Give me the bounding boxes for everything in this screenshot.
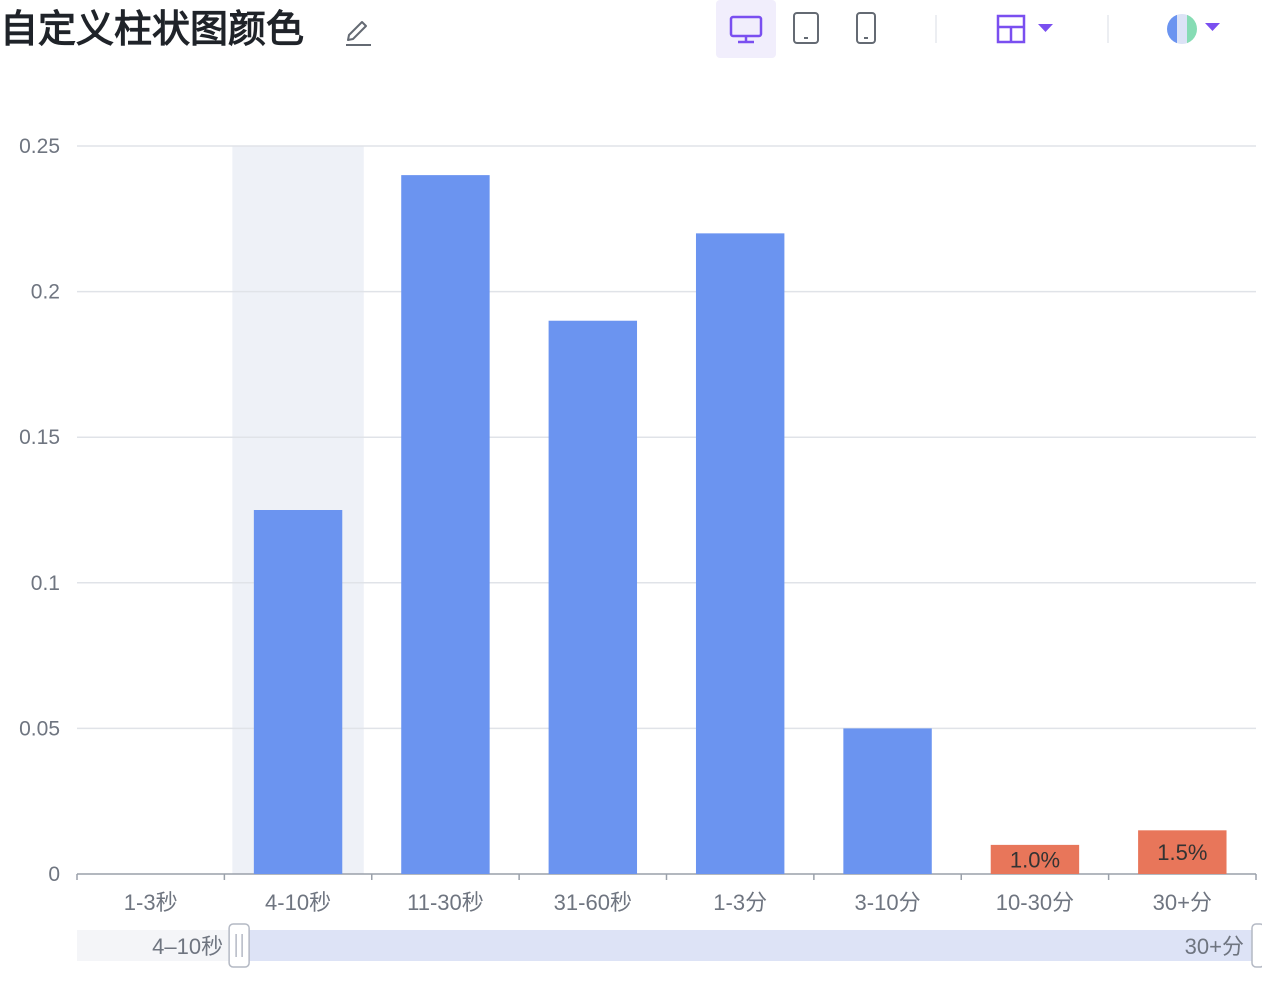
layout-dropdown[interactable]: [990, 10, 1060, 50]
datazoom-selection[interactable]: [239, 930, 1257, 961]
chart-canvas: 0 0.05 0.1 0.15 0.2 0.25 1-3秒 4-10秒 11-30秒 31-60秒…: [19, 135, 1262, 968]
data-label: 1.5%: [1157, 840, 1207, 865]
theme-dropdown[interactable]: [1160, 10, 1230, 50]
x-tick-label: 1-3分: [713, 890, 767, 915]
chart-page: 自定义柱状图颜色 0 0.05 0.1 0.15 0.2 0.25 1-3秒 4…: [0, 0, 1262, 984]
x-tick-label: 10-30分: [996, 890, 1074, 915]
desktop-view-button[interactable]: [716, 0, 776, 58]
bar[interactable]: [548, 320, 638, 875]
y-tick-label: 0.05: [19, 717, 60, 740]
monitor-icon: [729, 15, 763, 44]
bar[interactable]: [695, 233, 785, 875]
y-tick-label: 0.25: [19, 135, 60, 158]
toolbar-divider: [1107, 15, 1109, 43]
edit-title-button[interactable]: [340, 14, 376, 50]
header-bar: 自定义柱状图颜色: [0, 0, 1262, 64]
datazoom-start-handle[interactable]: [228, 923, 250, 968]
theme-circle-icon: [1167, 14, 1220, 44]
x-tick-label: 11-30秒: [407, 890, 484, 915]
y-tick-label: 0.2: [31, 281, 60, 304]
bar[interactable]: [253, 510, 343, 874]
x-tick-label: 30+分: [1153, 890, 1212, 915]
phone-icon: [856, 12, 876, 44]
tablet-icon: [793, 12, 819, 44]
layout-icon: [996, 14, 1053, 44]
y-tick-label: 0.1: [31, 572, 60, 595]
datazoom-end-handle[interactable]: [1251, 923, 1262, 968]
datazoom-start-label: 4–10秒: [152, 934, 223, 959]
pencil-icon: [346, 21, 371, 46]
x-tick-label: 1-3秒: [124, 890, 178, 915]
mobile-view-button[interactable]: [836, 0, 896, 58]
x-tick-label: 3-10分: [855, 890, 921, 915]
data-label: 1.0%: [1010, 847, 1060, 872]
y-tick-label: 0: [48, 863, 60, 886]
datazoom-end-label: 30+分: [1185, 934, 1244, 959]
x-tick-label: 31-60秒: [554, 890, 632, 915]
page-title: 自定义柱状图颜色: [0, 7, 305, 51]
tablet-view-button[interactable]: [776, 0, 836, 58]
bar-chart: 0 0.05 0.1 0.15 0.2 0.25 1-3秒 4-10秒 11-30秒 31-60秒…: [0, 64, 1262, 984]
x-tick-label: 4-10秒: [265, 890, 331, 915]
bar[interactable]: [401, 175, 490, 874]
toolbar-divider: [935, 15, 937, 43]
bar[interactable]: [843, 728, 932, 874]
y-tick-label: 0.15: [19, 426, 60, 449]
